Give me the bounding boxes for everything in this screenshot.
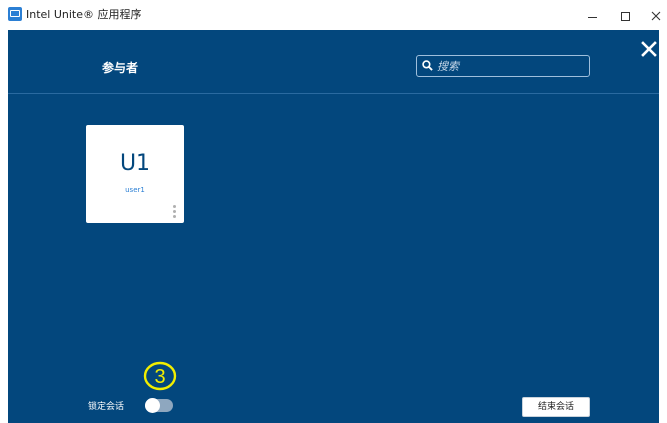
minimize-icon[interactable] (585, 8, 601, 24)
more-vertical-icon[interactable] (173, 205, 177, 219)
participant-initials: U1 (119, 151, 151, 176)
lock-session-label: 锁定会话 (88, 402, 125, 412)
window-title: Intel Unite® 应用程序 (26, 8, 142, 21)
window-close-icon[interactable] (648, 8, 664, 24)
close-icon[interactable] (640, 40, 658, 58)
page-title: 参与者 (102, 61, 139, 75)
search-input[interactable] (437, 57, 585, 75)
maximize-icon[interactable] (618, 8, 634, 24)
title-bar: Intel Unite® 应用程序 (0, 0, 667, 30)
lock-session-toggle[interactable] (145, 398, 173, 413)
step-number-badge: 3 (143, 361, 177, 391)
participants-panel: 参与者 U1 user1 3 锁定会话 结束会话 (8, 30, 659, 423)
search-icon (422, 60, 433, 71)
participant-name: user1 (125, 186, 145, 194)
participant-card[interactable]: U1 user1 (86, 125, 184, 223)
app-icon (8, 7, 22, 21)
step-number: 3 (154, 366, 165, 388)
panel-header: 参与者 (8, 30, 659, 94)
toggle-knob (145, 398, 160, 413)
search-box[interactable] (416, 55, 590, 77)
end-session-button[interactable]: 结束会话 (522, 397, 590, 417)
